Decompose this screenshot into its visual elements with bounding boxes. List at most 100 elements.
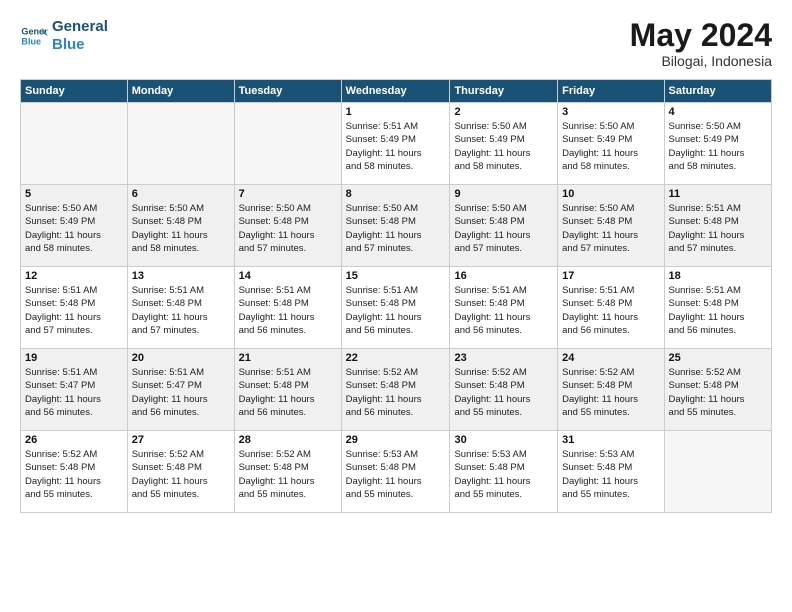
main-title: May 2024 (630, 18, 772, 53)
calendar-cell (21, 103, 128, 185)
logo-text: General Blue (52, 18, 108, 54)
day-info: Sunrise: 5:53 AMSunset: 5:48 PMDaylight:… (346, 448, 446, 501)
day-info: Sunrise: 5:51 AMSunset: 5:48 PMDaylight:… (239, 366, 337, 419)
day-info: Sunrise: 5:50 AMSunset: 5:49 PMDaylight:… (454, 120, 553, 173)
day-number: 8 (346, 188, 446, 200)
calendar-cell: 11 Sunrise: 5:51 AMSunset: 5:48 PMDayligh… (664, 185, 771, 267)
calendar-cell: 21 Sunrise: 5:51 AMSunset: 5:48 PMDayligh… (234, 349, 341, 431)
day-info: Sunrise: 5:53 AMSunset: 5:48 PMDaylight:… (562, 448, 659, 501)
weekday-header-row: SundayMondayTuesdayWednesdayThursdayFrid… (21, 80, 772, 103)
day-number: 11 (669, 188, 767, 200)
calendar-cell: 20Sunrise: 5:51 AMSunset: 5:47 PMDayligh… (127, 349, 234, 431)
day-info: Sunrise: 5:51 AMSunset: 5:48 PMDaylight:… (25, 284, 123, 337)
day-info: Sunrise: 5:51 AMSunset: 5:48 PMDaylight:… (669, 202, 767, 255)
day-number: 24 (562, 352, 659, 364)
day-info: Sunrise: 5:50 AMSunset: 5:48 PMDaylight:… (346, 202, 446, 255)
calendar-cell: 24Sunrise: 5:52 AMSunset: 5:48 PMDayligh… (558, 349, 664, 431)
day-info: Sunrise: 5:51 AMSunset: 5:48 PMDaylight:… (132, 284, 230, 337)
day-info: Sunrise: 5:53 AMSunset: 5:48 PMDaylight:… (454, 448, 553, 501)
calendar-cell: 26 Sunrise: 5:52 AMSunset: 5:48 PMDayligh… (21, 431, 128, 513)
calendar-cell: 17Sunrise: 5:51 AMSunset: 5:48 PMDayligh… (558, 267, 664, 349)
day-info: Sunrise: 5:52 AMSunset: 5:48 PMDaylight:… (239, 448, 337, 501)
day-info: Sunrise: 5:50 AMSunset: 5:48 PMDaylight:… (239, 202, 337, 255)
calendar-cell: 16 Sunrise: 5:51 AMSunset: 5:48 PMDayligh… (450, 267, 558, 349)
subtitle: Bilogai, Indonesia (630, 53, 772, 69)
day-info: Sunrise: 5:51 AMSunset: 5:48 PMDaylight:… (454, 284, 553, 337)
day-number: 16 (454, 270, 553, 282)
day-number: 10 (562, 188, 659, 200)
weekday-header-thursday: Thursday (450, 80, 558, 103)
day-number: 23 (454, 352, 553, 364)
weekday-header-monday: Monday (127, 80, 234, 103)
day-number: 27 (132, 434, 230, 446)
day-number: 1 (346, 106, 446, 118)
svg-text:Blue: Blue (21, 36, 41, 46)
calendar-cell (127, 103, 234, 185)
day-number: 3 (562, 106, 659, 118)
header: General Blue General Blue May 2024 Bilog… (20, 18, 772, 69)
day-info: Sunrise: 5:51 AMSunset: 5:47 PMDaylight:… (132, 366, 230, 419)
weekday-header-wednesday: Wednesday (341, 80, 450, 103)
day-info: Sunrise: 5:52 AMSunset: 5:48 PMDaylight:… (132, 448, 230, 501)
day-info: Sunrise: 5:52 AMSunset: 5:48 PMDaylight:… (25, 448, 123, 501)
day-number: 5 (25, 188, 123, 200)
calendar-cell: 15Sunrise: 5:51 AMSunset: 5:48 PMDayligh… (341, 267, 450, 349)
day-info: Sunrise: 5:51 AMSunset: 5:47 PMDaylight:… (25, 366, 123, 419)
day-number: 2 (454, 106, 553, 118)
calendar-cell: 31 Sunrise: 5:53 AMSunset: 5:48 PMDayligh… (558, 431, 664, 513)
calendar-cell: 2 Sunrise: 5:50 AMSunset: 5:49 PMDaylight… (450, 103, 558, 185)
weekday-header-friday: Friday (558, 80, 664, 103)
calendar-cell: 6 Sunrise: 5:50 AMSunset: 5:48 PMDaylight… (127, 185, 234, 267)
day-number: 14 (239, 270, 337, 282)
day-number: 25 (669, 352, 767, 364)
calendar-cell: 30Sunrise: 5:53 AMSunset: 5:48 PMDayligh… (450, 431, 558, 513)
day-number: 29 (346, 434, 446, 446)
day-number: 4 (669, 106, 767, 118)
day-info: Sunrise: 5:50 AMSunset: 5:49 PMDaylight:… (562, 120, 659, 173)
calendar-cell: 25Sunrise: 5:52 AMSunset: 5:48 PMDayligh… (664, 349, 771, 431)
calendar-cell: 1 Sunrise: 5:51 AMSunset: 5:49 PMDaylight… (341, 103, 450, 185)
day-info: Sunrise: 5:51 AMSunset: 5:48 PMDaylight:… (669, 284, 767, 337)
day-info: Sunrise: 5:51 AMSunset: 5:48 PMDaylight:… (562, 284, 659, 337)
day-info: Sunrise: 5:51 AMSunset: 5:48 PMDaylight:… (239, 284, 337, 337)
calendar-cell: 14 Sunrise: 5:51 AMSunset: 5:48 PMDayligh… (234, 267, 341, 349)
day-info: Sunrise: 5:50 AMSunset: 5:48 PMDaylight:… (454, 202, 553, 255)
calendar: SundayMondayTuesdayWednesdayThursdayFrid… (20, 79, 772, 513)
calendar-cell: 19 Sunrise: 5:51 AMSunset: 5:47 PMDayligh… (21, 349, 128, 431)
calendar-cell: 3 Sunrise: 5:50 AMSunset: 5:49 PMDaylight… (558, 103, 664, 185)
calendar-cell: 27 Sunrise: 5:52 AMSunset: 5:48 PMDayligh… (127, 431, 234, 513)
day-number: 12 (25, 270, 123, 282)
week-row-1: 1 Sunrise: 5:51 AMSunset: 5:49 PMDaylight… (21, 103, 772, 185)
day-info: Sunrise: 5:52 AMSunset: 5:48 PMDaylight:… (454, 366, 553, 419)
calendar-cell: 23 Sunrise: 5:52 AMSunset: 5:48 PMDayligh… (450, 349, 558, 431)
day-number: 13 (132, 270, 230, 282)
title-block: May 2024 Bilogai, Indonesia (630, 18, 772, 69)
calendar-cell (234, 103, 341, 185)
day-info: Sunrise: 5:51 AMSunset: 5:49 PMDaylight:… (346, 120, 446, 173)
calendar-cell: 29 Sunrise: 5:53 AMSunset: 5:48 PMDayligh… (341, 431, 450, 513)
calendar-cell: 9 Sunrise: 5:50 AMSunset: 5:48 PMDaylight… (450, 185, 558, 267)
week-row-5: 26 Sunrise: 5:52 AMSunset: 5:48 PMDayligh… (21, 431, 772, 513)
day-info: Sunrise: 5:50 AMSunset: 5:48 PMDaylight:… (562, 202, 659, 255)
logo-icon: General Blue (20, 22, 48, 50)
calendar-cell: 7Sunrise: 5:50 AMSunset: 5:48 PMDaylight… (234, 185, 341, 267)
day-number: 6 (132, 188, 230, 200)
day-info: Sunrise: 5:52 AMSunset: 5:48 PMDaylight:… (346, 366, 446, 419)
week-row-2: 5Sunrise: 5:50 AMSunset: 5:49 PMDaylight… (21, 185, 772, 267)
day-info: Sunrise: 5:50 AMSunset: 5:49 PMDaylight:… (669, 120, 767, 173)
weekday-header-saturday: Saturday (664, 80, 771, 103)
day-info: Sunrise: 5:50 AMSunset: 5:48 PMDaylight:… (132, 202, 230, 255)
week-row-3: 12 Sunrise: 5:51 AMSunset: 5:48 PMDayligh… (21, 267, 772, 349)
day-number: 18 (669, 270, 767, 282)
weekday-header-tuesday: Tuesday (234, 80, 341, 103)
day-number: 26 (25, 434, 123, 446)
day-number: 21 (239, 352, 337, 364)
day-info: Sunrise: 5:51 AMSunset: 5:48 PMDaylight:… (346, 284, 446, 337)
day-number: 9 (454, 188, 553, 200)
calendar-cell: 18 Sunrise: 5:51 AMSunset: 5:48 PMDayligh… (664, 267, 771, 349)
calendar-cell: 5Sunrise: 5:50 AMSunset: 5:49 PMDaylight… (21, 185, 128, 267)
day-number: 19 (25, 352, 123, 364)
weekday-header-sunday: Sunday (21, 80, 128, 103)
day-number: 31 (562, 434, 659, 446)
calendar-cell: 8 Sunrise: 5:50 AMSunset: 5:48 PMDaylight… (341, 185, 450, 267)
